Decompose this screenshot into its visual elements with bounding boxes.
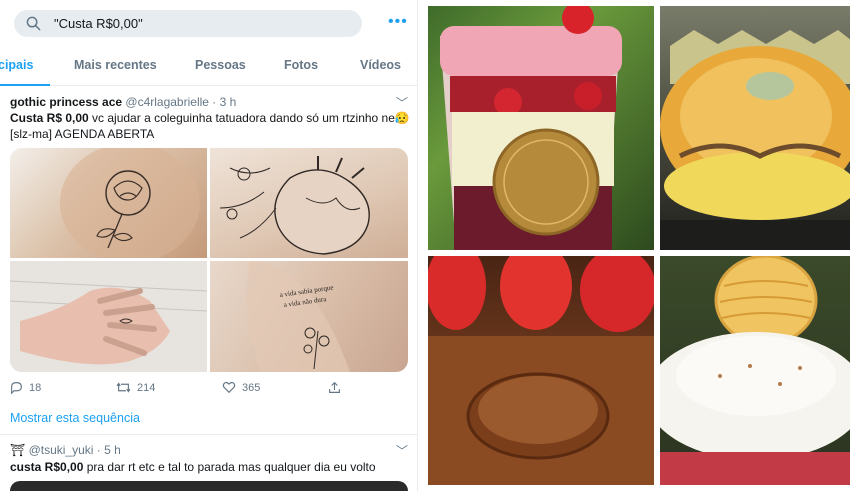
search-bar[interactable]: "Custa R$0,00" — [14, 10, 362, 37]
hand-drawing — [10, 261, 208, 372]
avatar-icon[interactable]: ⛩ — [10, 443, 25, 457]
tattoo-photo-hand[interactable] — [10, 261, 208, 372]
tweet-text-line2: [slz-ma] AGENDA ABERTA — [10, 127, 155, 141]
rose-drawing — [60, 148, 200, 263]
retweet-button[interactable]: 214 — [116, 381, 155, 394]
cream-cup-image — [660, 256, 850, 485]
tattoo-photo-forearm[interactable]: a vida sabia porque a vida não dura — [210, 261, 408, 372]
twitter-search-panel: "Custa R$0,00" ••• cipais Mais recentes … — [0, 0, 418, 491]
user-handle[interactable]: @c4rlagabrielle · 3 h — [125, 95, 236, 109]
tweet-divider — [0, 434, 417, 435]
photo-strawberry-cup — [428, 6, 654, 250]
tweet-text-rest: pra dar rt etc e tal to parada mas qualq… — [83, 460, 376, 474]
retweet-icon — [116, 382, 131, 393]
tattoo-photo-heart[interactable] — [210, 148, 408, 258]
strawberry-cup-image — [440, 6, 622, 250]
photo-pineapple-tart — [660, 6, 850, 250]
forearm-drawing: a vida sabia porque a vida não dura — [246, 261, 350, 372]
tab-videos[interactable]: Vídeos — [360, 58, 401, 72]
active-tab-indicator — [0, 84, 50, 86]
tab-photos[interactable]: Fotos — [284, 58, 318, 72]
chevron-down-icon[interactable]: ﹀ — [396, 94, 408, 111]
search-icon — [26, 16, 41, 31]
like-button[interactable]: 365 — [222, 381, 260, 394]
heart-drawing — [219, 156, 370, 255]
reply-button[interactable]: 18 — [10, 381, 41, 394]
tattoo-photo-rose[interactable] — [10, 148, 207, 263]
tweet-text-rest: vc ajudar a coleguinha tatuadora dando s… — [88, 111, 395, 125]
tab-top[interactable]: cipais — [0, 58, 33, 72]
chevron-down-icon[interactable]: ﹀ — [396, 442, 408, 459]
tweet-header: ⛩ @tsuki_yuki · 5 h — [10, 443, 121, 457]
pineapple-tart-image — [660, 30, 850, 250]
tweet-highlight: custa R$0,00 — [10, 460, 84, 474]
tweet-text: Custa R$ 0,00 vc ajudar a coleguinha tat… — [10, 110, 410, 142]
like-count: 365 — [242, 381, 261, 394]
sad-face-emoji: 😥 — [394, 111, 410, 125]
photo-strawberries-coin — [428, 256, 654, 485]
share-button[interactable] — [328, 381, 341, 394]
strawberries-coin-image — [428, 256, 654, 485]
tweet-text: custa R$0,00 pra dar rt etc e tal to par… — [10, 459, 410, 475]
show-thread-link[interactable]: Mostrar esta sequência — [10, 411, 140, 425]
retweet-count: 214 — [137, 381, 156, 394]
photo-cream-cup — [660, 256, 850, 485]
tweet-media-grid[interactable]: a vida sabia porque a vida não dura — [10, 148, 408, 372]
display-name[interactable]: gothic princess ace — [10, 95, 122, 109]
more-options-icon[interactable]: ••• — [388, 14, 408, 30]
search-tabs: cipais Mais recentes Pessoas Fotos Vídeo… — [0, 46, 417, 86]
tab-latest[interactable]: Mais recentes — [74, 58, 157, 72]
heart-icon — [222, 381, 236, 394]
reply-count: 18 — [29, 381, 42, 394]
tweet-highlight: Custa R$ 0,00 — [10, 111, 89, 125]
tweet-header: gothic princess ace @c4rlagabrielle · 3 … — [10, 95, 236, 109]
tab-people[interactable]: Pessoas — [195, 58, 246, 72]
tweet-media-preview[interactable] — [10, 481, 408, 491]
reply-icon — [11, 382, 22, 394]
user-handle[interactable]: @tsuki_yuki · 5 h — [29, 443, 121, 457]
share-icon — [329, 381, 340, 393]
search-query[interactable]: "Custa R$0,00" — [54, 16, 143, 31]
